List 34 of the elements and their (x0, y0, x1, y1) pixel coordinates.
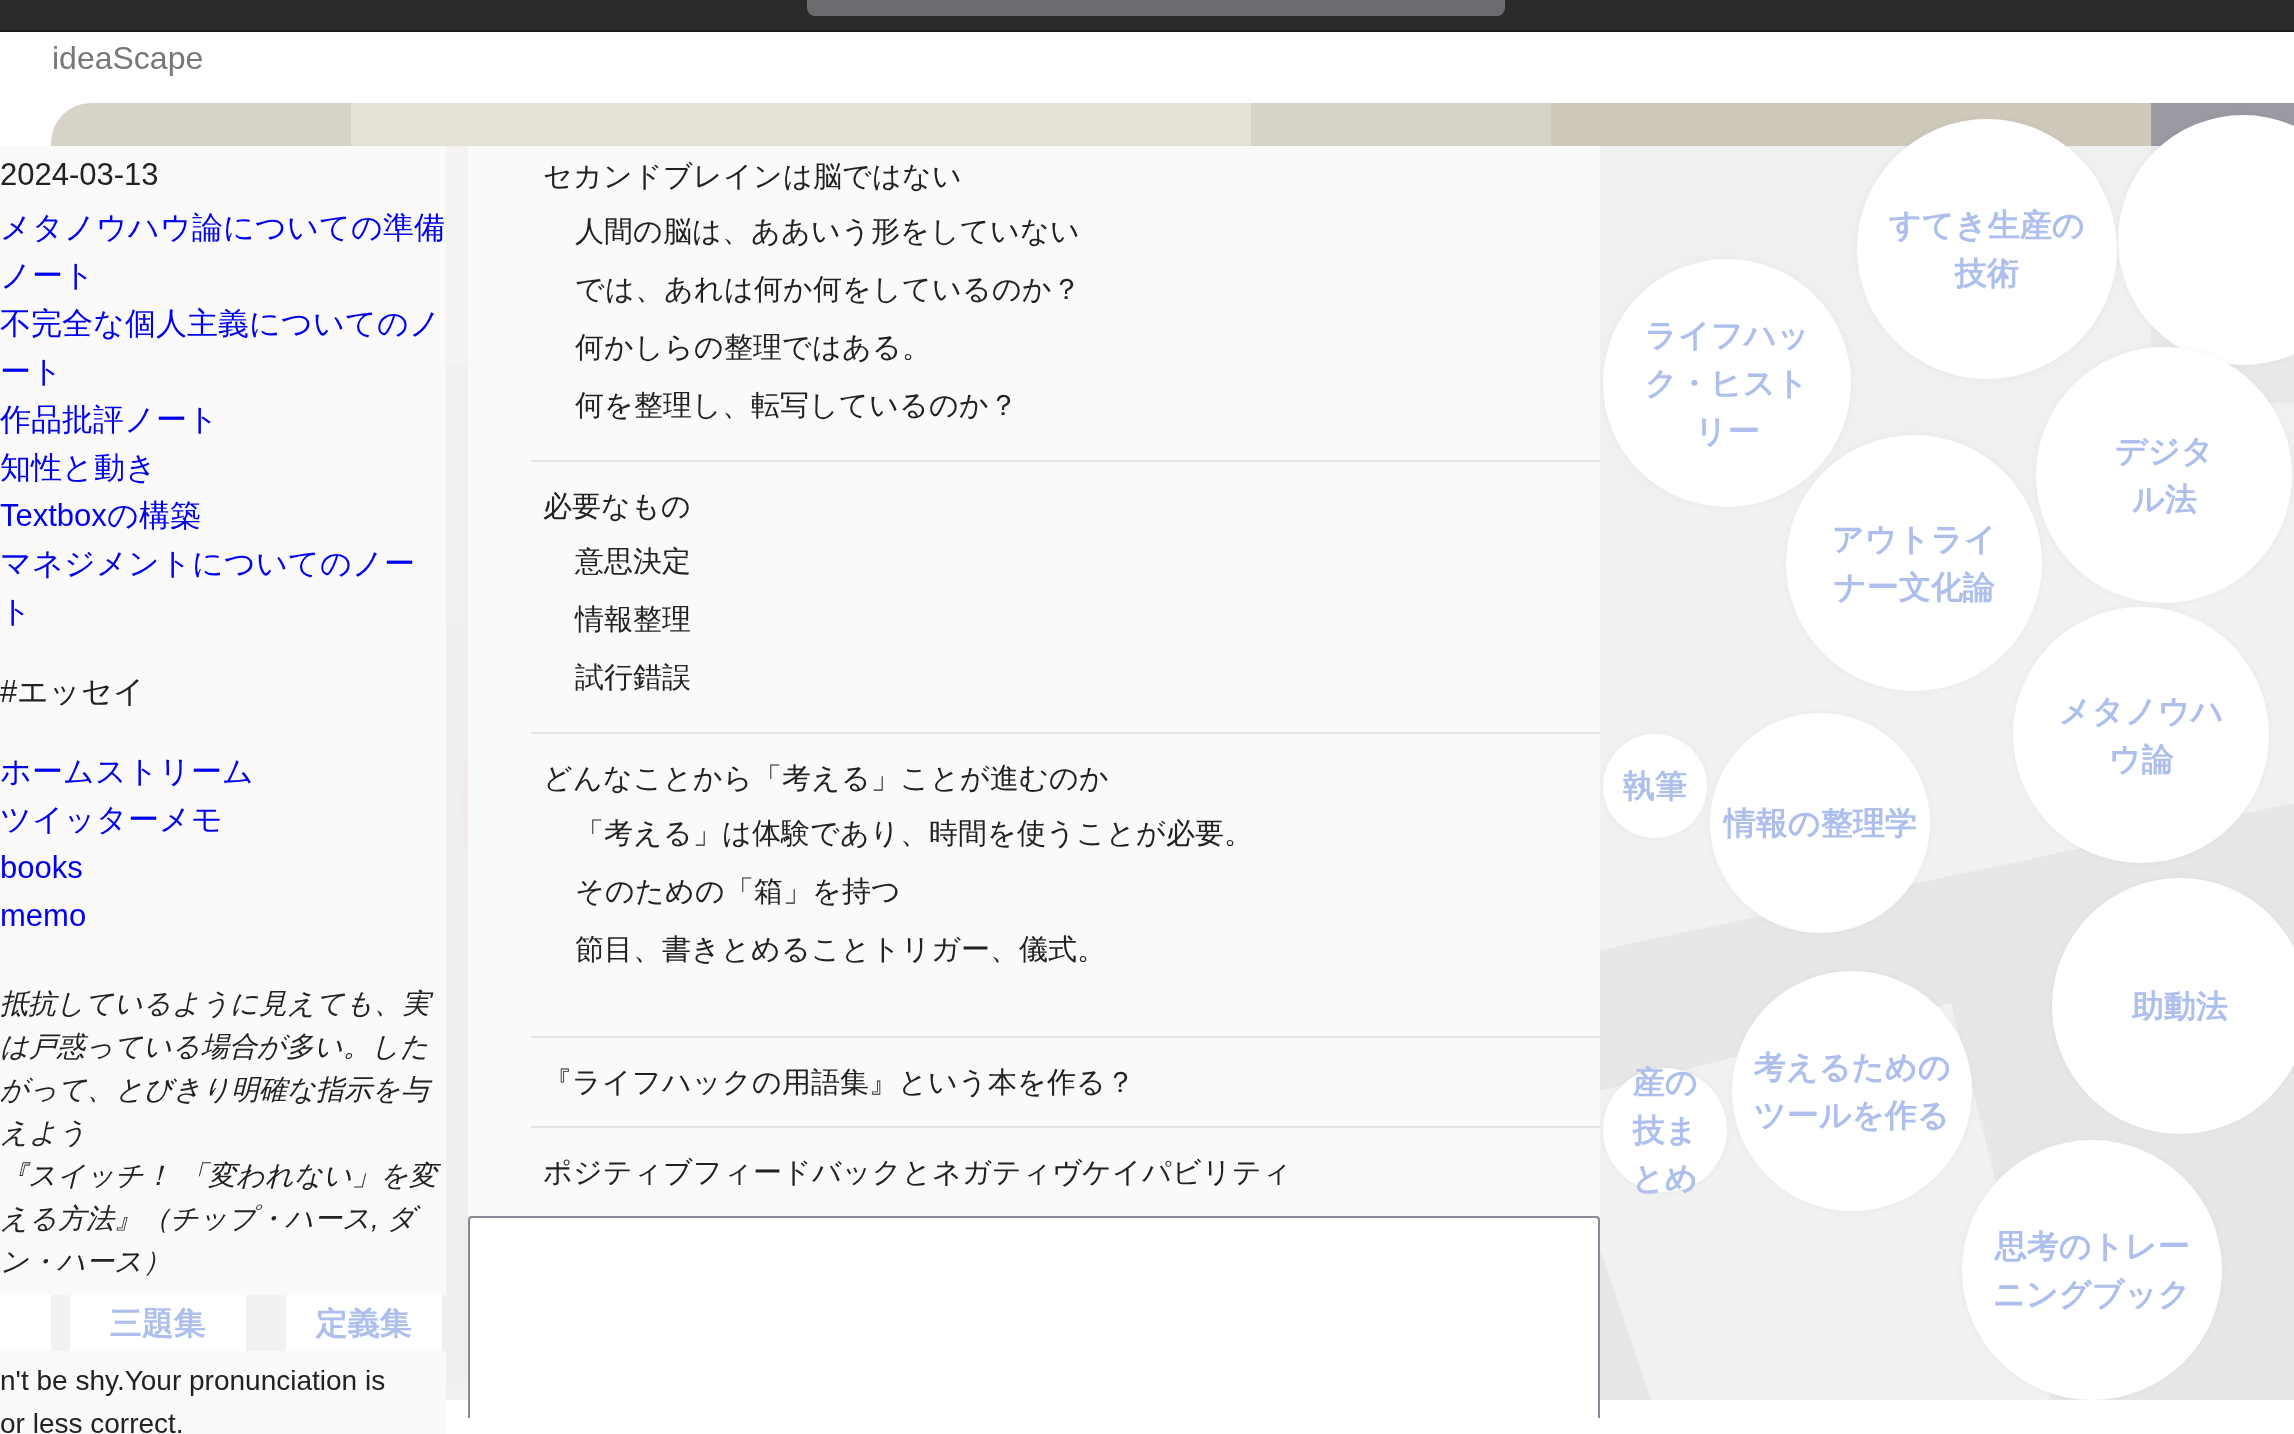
outline-item[interactable]: 「考える」は体験であり、時間を使うことが必要。 (531, 804, 1600, 862)
outline-heading[interactable]: 必要なもの (531, 480, 1600, 532)
outline-item[interactable]: 人間の脳は、ああいう形をしていない (531, 202, 1600, 260)
outline-item[interactable]: では、あれは何か何をしているのか？ (531, 260, 1600, 318)
note-link[interactable]: 不完全な個人主義についてのノート (0, 300, 446, 396)
note-link[interactable]: memo (0, 892, 446, 940)
note-link[interactable]: Textboxの構築 (0, 492, 446, 540)
outline-item[interactable]: そのための「箱」を持つ (531, 862, 1600, 920)
outline-item[interactable]: 試行錯誤 (531, 648, 1600, 706)
note-link[interactable]: メタノウハウ論についての準備ノート (0, 204, 446, 300)
address-bar[interactable] (807, 0, 1505, 16)
note-text: or less correct. (0, 1407, 185, 1434)
outline-heading[interactable]: セカンドブレインは脳ではない (531, 150, 1600, 202)
note-link[interactable]: 知性と動き (0, 444, 446, 492)
note-link[interactable]: ツイッターメモ (0, 796, 446, 844)
app-title: ideaScape (52, 40, 204, 77)
outline-item[interactable]: 節目、書きとめることトリガー、儀式。 (531, 920, 1600, 978)
note-link[interactable]: 作品批評ノート (0, 396, 446, 444)
outline-item[interactable]: 情報整理 (531, 590, 1600, 648)
note-link[interactable]: books (0, 844, 446, 892)
outline-heading[interactable]: ポジティブフィードバックとネガティヴケイパビリティ (531, 1146, 1600, 1198)
outline-item[interactable]: 何を整理し、転写しているのか？ (531, 376, 1600, 434)
tag-label: #エッセイ (0, 673, 147, 711)
quote-text: 抵抗しているように見えても、実は戸惑っている場合が多い。したがって、とびきり明確な指示を与えよう (0, 982, 440, 1154)
date-heading: 2024-03-13 (0, 156, 160, 194)
quote-citation: 『スイッチ！ 「変われない」を変える方法』（チップ・ハース, ダン・ハース） (0, 1154, 440, 1283)
note-text: n't be shy.Your pronunciation is (0, 1364, 387, 1398)
outline-item[interactable]: 何かしらの整理ではある。 (531, 318, 1600, 376)
text-input-area[interactable] (468, 1216, 1600, 1418)
note-link[interactable]: ホームストリーム (0, 748, 446, 796)
outline-item[interactable]: 意思決定 (531, 532, 1600, 590)
outline-heading[interactable]: 『ライフハックの用語集』という本を作る？ (531, 1056, 1600, 1108)
note-link[interactable]: マネジメントについてのノート (0, 540, 446, 636)
outline-heading[interactable]: どんなことから「考える」ことが進むのか (531, 752, 1600, 804)
